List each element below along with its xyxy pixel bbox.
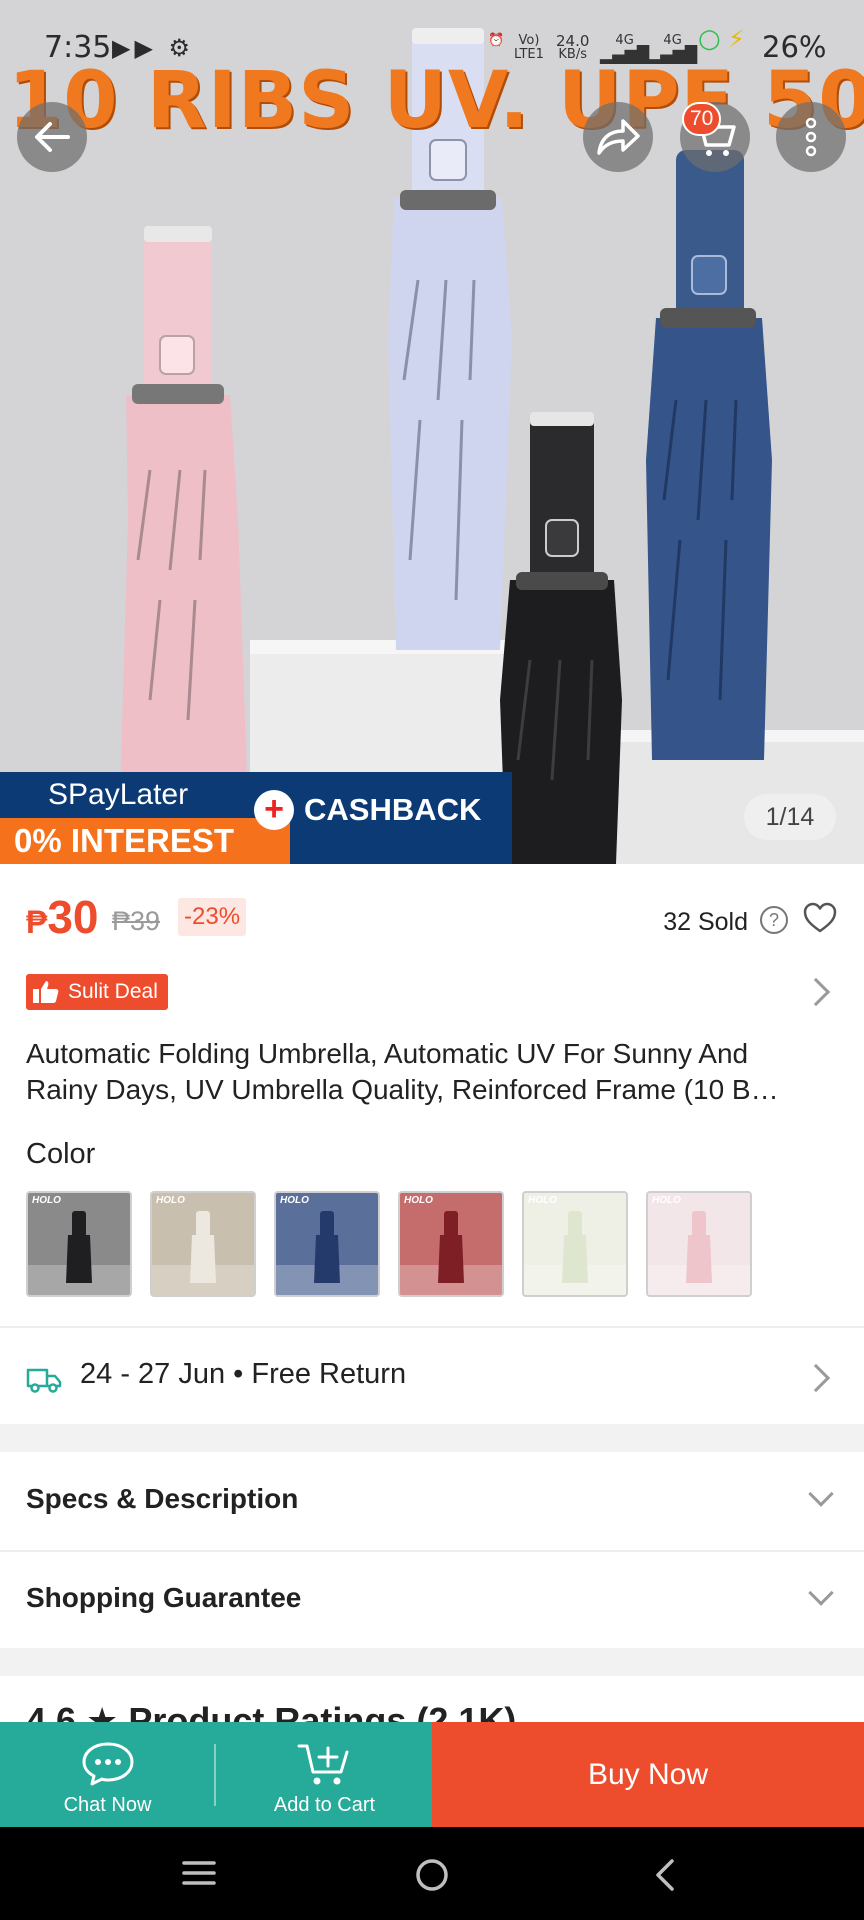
divider [0,1550,864,1552]
battery-level: 26% [762,30,827,64]
original-price: ₱39 [112,906,161,936]
current-price: ₱30 [26,890,99,944]
chevron-right-icon [801,1363,831,1393]
truck-icon [26,1368,62,1393]
chevron-down-icon [808,1481,834,1507]
color-label: Color [26,1138,96,1170]
swatch-umbrella-image [400,1211,502,1295]
share-button[interactable] [583,102,653,172]
swatch-umbrella-image [152,1211,254,1295]
discount-badge: -23% [178,898,247,936]
product-title: Automatic Folding Umbrella, Automatic UV… [26,1036,838,1108]
system-navigation-bar [0,1827,864,1920]
currency-symbol: ₱ [26,904,48,940]
signal-1-icon: 4G ▂▄▆█ [600,33,650,64]
product-title-line-2: Rainy Days, UV Umbrella Quality, Reinfor… [26,1074,779,1105]
color-swatch[interactable]: HOLO [274,1191,380,1297]
chevron-right-icon [801,977,831,1007]
divider [0,1326,864,1328]
thumbs-up-icon [33,981,59,1003]
arrow-left-icon [35,122,70,152]
chat-bubble-icon [82,1742,134,1786]
volte-indicator: Vo) LTE1 [514,34,544,62]
promo-interest-text: 0% INTEREST [14,822,235,859]
signal-2-icon: 4G ▂▄▆█ [648,33,698,64]
promo-interest-strip: 0% INTEREST [0,818,290,864]
cart-count-badge: 70 [682,102,722,136]
action-separator [214,1744,216,1806]
promo-cashback-label: + CASHBACK [254,790,481,830]
section-gap [0,1424,864,1452]
promo-spaylater-text: SPayLater [48,778,189,811]
image-counter: 1/14 [744,794,836,840]
data-saver-icon: ○ [698,24,721,54]
charging-icon: ⚡ [728,25,745,53]
swatch-umbrella-image [524,1211,626,1295]
swatch-umbrella-image [276,1211,378,1295]
add-to-cart-button[interactable]: Add to Cart [217,1722,432,1827]
network-speed: 24.0 KB/s [556,34,589,62]
recent-apps-icon[interactable] [182,1861,216,1885]
share-arrow-icon [597,119,640,155]
promo-cashback-text: CASHBACK [304,792,482,827]
delivery-row[interactable]: 24 - 27 Jun • Free Return [26,1356,838,1400]
back-nav-icon[interactable] [656,1859,674,1891]
specs-description-label: Specs & Description [26,1483,299,1514]
plus-icon: + [254,790,294,830]
add-cart-icon [297,1744,349,1785]
color-swatch[interactable]: HOLO [522,1191,628,1297]
color-swatch[interactable]: HOLO [150,1191,256,1297]
back-button[interactable] [17,102,87,172]
swatch-brand-label: HOLO [280,1195,309,1206]
home-icon[interactable] [416,1859,448,1891]
shopping-guarantee-row[interactable]: Shopping Guarantee [26,1580,838,1620]
status-bar: 7:35 ▶▶ ⚙ ⏰ Vo) LTE1 24.0 KB/s 4G ▂▄▆█ 4… [0,0,864,92]
more-options-button[interactable] [776,102,846,172]
product-image-carousel[interactable]: 10 RIBS UV. UPF 50+ 7:35 ▶▶ ⚙ ⏰ Vo) LTE1… [0,0,864,864]
add-to-cart-label: Add to Cart [273,1794,376,1816]
status-time: 7:35 [44,30,112,65]
buy-now-button[interactable]: Buy Now [432,1722,864,1827]
product-ratings-header[interactable]: 4.6 ★ Product Ratings (2.1K) [26,1700,838,1724]
delivery-text: 24 - 27 Jun • Free Return [80,1358,407,1390]
swatch-brand-label: HOLO [652,1195,681,1206]
current-price-value: 30 [47,891,99,943]
product-title-line-1: Automatic Folding Umbrella, Automatic UV… [26,1038,749,1069]
chat-now-label: Chat Now [63,1794,152,1816]
heart-icon[interactable] [802,900,838,936]
chat-now-button[interactable]: Chat Now [0,1722,215,1827]
sulit-deal-tag: Sulit Deal [26,974,168,1010]
volte-bottom: LTE1 [514,47,544,62]
speed-unit: KB/s [558,47,587,62]
sold-count: 32 Sold [663,908,748,936]
sulit-deal-row[interactable]: Sulit Deal [26,972,838,1012]
alarm-icon: ⏰ [488,33,505,48]
color-swatch[interactable]: HOLO [646,1191,752,1297]
specs-description-row[interactable]: Specs & Description [26,1481,838,1521]
shopping-guarantee-label: Shopping Guarantee [26,1582,302,1613]
swatch-brand-label: HOLO [32,1195,61,1206]
color-swatch-list: HOLO HOLO HOLO HOLO HOLO HOLO [26,1191,752,1297]
bottom-action-bar: Chat Now Add to Cart Buy Now [0,1722,864,1827]
swatch-brand-label: HOLO [528,1195,557,1206]
swatch-umbrella-image [28,1211,130,1295]
secondary-actions: Chat Now Add to Cart [0,1722,432,1827]
notification-icons: ▶▶ ⚙ [112,34,195,62]
section-gap [0,1648,864,1676]
chevron-down-icon [808,1580,834,1606]
volte-top: Vo) [518,33,540,48]
help-circle-icon[interactable]: ? [760,906,788,934]
sulit-deal-label: Sulit Deal [68,980,158,1003]
swatch-brand-label: HOLO [404,1195,433,1206]
swatch-umbrella-image [648,1211,750,1295]
more-vertical-icon [805,117,817,157]
swatch-brand-label: HOLO [156,1195,185,1206]
speed-value: 24.0 [556,32,590,50]
color-swatch[interactable]: HOLO [398,1191,504,1297]
price-row: ₱30 ₱39 -23% 32 Sold ? [26,890,838,946]
color-swatch[interactable]: HOLO [26,1191,132,1297]
